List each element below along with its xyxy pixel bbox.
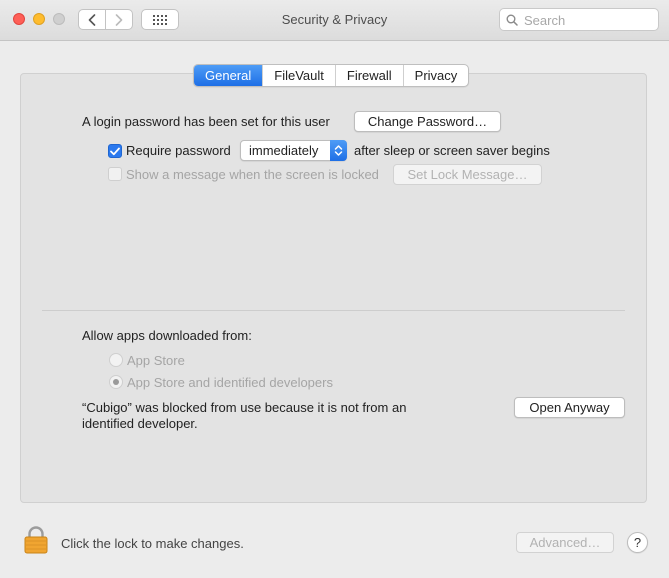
require-password-label: Require password <box>126 143 231 158</box>
grid-icon <box>153 14 167 25</box>
checkmark-icon <box>110 147 120 155</box>
zoom-window-button[interactable] <box>53 13 65 25</box>
tab-privacy[interactable]: Privacy <box>402 65 469 86</box>
lock-hint-text: Click the lock to make changes. <box>61 536 244 551</box>
minimize-window-button[interactable] <box>33 13 45 25</box>
general-panel <box>20 73 647 503</box>
set-lock-message-button[interactable]: Set Lock Message… <box>393 164 542 185</box>
radio-app-store-identified-label: App Store and identified developers <box>127 375 333 390</box>
search-icon <box>506 14 518 26</box>
tab-firewall[interactable]: Firewall <box>334 65 403 86</box>
help-icon[interactable]: ? <box>627 532 648 553</box>
tab-general[interactable]: General <box>194 65 263 86</box>
chevron-right-icon <box>115 13 123 26</box>
blocked-message-line2: identified developer. <box>82 416 198 431</box>
require-password-checkbox[interactable] <box>108 144 122 158</box>
up-down-arrows-icon <box>330 140 347 161</box>
radio-app-store-label: App Store <box>127 353 185 368</box>
close-window-button[interactable] <box>13 13 25 25</box>
security-privacy-window: Security & Privacy Search General FileVa… <box>0 0 669 578</box>
title-bar: Security & Privacy <box>0 0 669 41</box>
lock-icon <box>24 526 48 554</box>
section-divider <box>42 310 625 311</box>
search-field[interactable] <box>499 8 659 31</box>
require-password-delay-value: immediately <box>249 143 319 158</box>
blocked-message-line1: “Cubigo” was blocked from use because it… <box>82 400 407 415</box>
allow-apps-heading: Allow apps downloaded from: <box>82 328 252 343</box>
tab-bar: General FileVault Firewall Privacy <box>193 64 470 87</box>
search-input[interactable] <box>522 10 656 31</box>
advanced-button[interactable]: Advanced… <box>516 532 614 553</box>
require-password-delay-popup[interactable]: immediately <box>240 140 347 161</box>
chevron-left-icon <box>88 13 96 26</box>
radio-app-store[interactable] <box>109 353 123 367</box>
show-message-label: Show a message when the screen is locked <box>126 167 379 182</box>
require-password-suffix: after sleep or screen saver begins <box>354 143 550 158</box>
radio-selected-dot <box>113 379 119 385</box>
forward-button[interactable] <box>105 9 133 30</box>
tab-filevault[interactable]: FileVault <box>262 65 335 86</box>
change-password-button[interactable]: Change Password… <box>354 111 501 132</box>
show-message-checkbox[interactable] <box>108 167 122 181</box>
show-all-button[interactable] <box>141 9 179 30</box>
lock-button[interactable] <box>24 526 48 557</box>
login-password-label: A login password has been set for this u… <box>82 114 330 129</box>
open-anyway-button[interactable]: Open Anyway <box>514 397 625 418</box>
radio-app-store-identified[interactable] <box>109 375 123 389</box>
back-button[interactable] <box>78 9 106 30</box>
